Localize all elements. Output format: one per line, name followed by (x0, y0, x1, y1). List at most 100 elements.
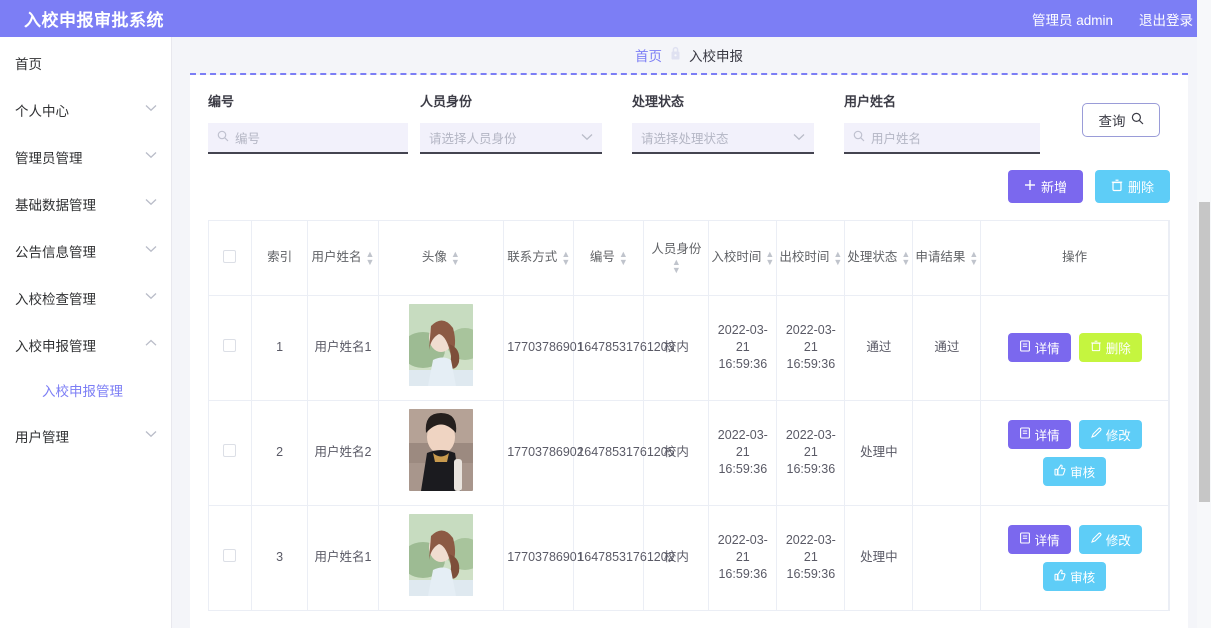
delete-button-label: 删除 (1127, 180, 1154, 195)
table-header-status[interactable]: 处理状态 ▲ ▼ (844, 221, 914, 296)
sort-toggle-icon[interactable]: ▲ ▼ (969, 249, 978, 266)
sidebar-item-2[interactable]: 管理员管理 (0, 133, 171, 180)
document-icon (1019, 340, 1031, 355)
select-identity[interactable]: 请选择人员身份 (420, 123, 602, 154)
cell-intime: 2022-03-21 16:59:36 (708, 400, 778, 506)
table-header-intime[interactable]: 入校时间 ▲ ▼ (708, 221, 778, 296)
table-row: 1 用户姓名1 17703786901 16478531761203 校内 2022-03… (209, 295, 1169, 401)
cell-status: 处理中 (844, 505, 914, 611)
sidebar-item-0[interactable]: 首页 (0, 39, 171, 86)
sort-toggle-icon[interactable]: ▲ ▼ (561, 249, 570, 266)
data-table: 索引 用户姓名 ▲ ▼ 头像 ▲ ▼ 联系方式 ▲ ▼ 编号 ▲ ▼ 人员身份 ▲ ▼ 入校时间 ▲ ▼ 出校时间 ▲ ▼… (209, 221, 1169, 611)
filter-group-identity: 人员身份 请选择人员身份 (420, 91, 632, 154)
cell-index: 2 (251, 400, 309, 506)
op-button-修改[interactable]: 修改 (1078, 524, 1142, 554)
sidebar-item-label: 基础数据管理 (15, 197, 96, 213)
sort-toggle-icon[interactable]: ▲ ▼ (901, 249, 910, 266)
cell-operations: 详情 删除 (980, 295, 1169, 401)
op-button-label: 修改 (1105, 533, 1131, 548)
table-header-code[interactable]: 编号 ▲ ▼ (573, 221, 645, 296)
table-head: 索引 用户姓名 ▲ ▼ 头像 ▲ ▼ 联系方式 ▲ ▼ 编号 ▲ ▼ 人员身份 ▲ ▼ 入校时间 ▲ ▼ 出校时间 ▲ ▼… (209, 221, 1169, 296)
cell-outtime: 2022-03-21 16:59:36 (776, 400, 846, 506)
op-button-审核[interactable]: 审核 (1043, 561, 1107, 591)
table-header-outtime[interactable]: 出校时间 ▲ ▼ (776, 221, 846, 296)
add-button[interactable]: 新增 (1007, 170, 1083, 203)
op-button-删除[interactable]: 删除 (1078, 333, 1142, 362)
op-button-修改[interactable]: 修改 (1078, 419, 1142, 449)
pencil-icon (1090, 532, 1102, 547)
op-button-label: 审核 (1070, 465, 1096, 480)
row-checkbox[interactable] (223, 548, 237, 562)
breadcrumb-home-link[interactable]: 首页 (635, 45, 662, 65)
filter-group-username: 用户姓名 用户姓名 (844, 91, 1056, 154)
sidebar-item-7[interactable]: 用户管理 (0, 412, 171, 459)
cell-operations: 详情 修改审核 (980, 505, 1169, 611)
cell-phone: 17703786902 (503, 400, 584, 506)
select-status[interactable]: 请选择处理状态 (632, 123, 814, 154)
row-checkbox[interactable] (223, 338, 237, 352)
logout-button[interactable]: 退出登录 (1139, 9, 1193, 29)
cell-result (912, 505, 982, 611)
table-scroll-region[interactable] (1180, 315, 1188, 628)
op-button-详情[interactable]: 详情 (1007, 333, 1071, 362)
table-header-identity[interactable]: 人员身份 ▲ ▼ (643, 221, 710, 296)
search-input-code[interactable]: 编号 (208, 123, 408, 154)
table-header-avatar[interactable]: 头像 ▲ ▼ (378, 221, 505, 296)
chevron-down-icon (145, 292, 157, 303)
cell-code: 16478531761202 (573, 505, 675, 611)
add-button-label: 新增 (1040, 180, 1067, 195)
row-checkbox[interactable] (223, 443, 237, 457)
top-header-bar: 入校申报审批系统 管理员 admin 退出登录 (0, 0, 1211, 37)
chevron-down-icon (145, 245, 157, 256)
table-header-result[interactable]: 申请结果 ▲ ▼ (912, 221, 982, 296)
sort-toggle-icon[interactable]: ▲ ▼ (833, 249, 842, 266)
document-icon (1019, 426, 1031, 442)
operation-buttons: 详情 修改审核 (984, 524, 1165, 591)
table-header-name[interactable]: 用户姓名 ▲ ▼ (307, 221, 379, 296)
row-checkbox-cell[interactable] (209, 295, 252, 401)
sort-toggle-icon[interactable]: ▲ ▼ (765, 249, 774, 266)
sort-toggle-icon[interactable]: ▲ ▼ (366, 249, 375, 266)
op-button-label: 详情 (1034, 533, 1060, 548)
sidebar-item-label: 个人中心 (15, 103, 69, 119)
app-root: 入校申报审批系统 管理员 admin 退出登录 首页个人中心管理员管理基础数据管… (0, 0, 1211, 628)
cell-status: 处理中 (844, 400, 914, 506)
page-scrollbar-thumb[interactable] (1199, 202, 1210, 502)
search-button[interactable]: 查询 (1082, 103, 1160, 137)
sidebar-item-label: 入校检查管理 (15, 291, 96, 307)
delete-button[interactable]: 删除 (1094, 170, 1170, 203)
table-header-label: 人员身份 (651, 242, 702, 257)
select-all-checkbox[interactable] (223, 249, 237, 263)
thumb-icon (1054, 568, 1066, 584)
table-header-label: 入校时间 (711, 250, 762, 265)
sort-toggle-icon[interactable]: ▲ ▼ (619, 249, 628, 266)
data-table-wrapper: 索引 用户姓名 ▲ ▼ 头像 ▲ ▼ 联系方式 ▲ ▼ 编号 ▲ ▼ 人员身份 ▲ ▼ 入校时间 ▲ ▼ 出校时间 ▲ ▼… (208, 220, 1170, 611)
sidebar-submenu-label: 入校申报管理 (42, 384, 123, 399)
plus-icon (1024, 179, 1036, 194)
row-checkbox-cell[interactable] (209, 505, 252, 611)
row-checkbox-cell[interactable] (209, 400, 252, 506)
table-header-label: 出校时间 (779, 250, 830, 265)
sidebar-item-4[interactable]: 公告信息管理 (0, 227, 171, 274)
sidebar-item-5[interactable]: 入校检查管理 (0, 274, 171, 321)
sort-toggle-icon[interactable]: ▲ ▼ (451, 249, 460, 266)
op-button-详情[interactable]: 详情 (1007, 524, 1071, 554)
search-input-username[interactable]: 用户姓名 (844, 123, 1040, 154)
filter-label-status: 处理状态 (632, 94, 685, 109)
filter-label-code: 编号 (208, 94, 235, 109)
sidebar-item-3[interactable]: 基础数据管理 (0, 180, 171, 227)
op-button-审核[interactable]: 审核 (1043, 456, 1107, 486)
table-header-phone[interactable]: 联系方式 ▲ ▼ (503, 221, 575, 296)
op-button-详情[interactable]: 详情 (1007, 419, 1071, 449)
sidebar-item-6[interactable]: 入校申报管理 (0, 321, 171, 368)
sort-toggle-icon[interactable]: ▲ ▼ (672, 258, 681, 275)
sidebar-submenu-item-entry-declaration[interactable]: 入校申报管理 (0, 368, 171, 412)
op-button-label: 详情 (1034, 342, 1060, 356)
filter-group-status: 处理状态 请选择处理状态 (632, 91, 844, 154)
table-header-label: 用户姓名 (311, 250, 362, 265)
select-status-placeholder: 请选择处理状态 (641, 132, 729, 146)
table-header-label: 操作 (1062, 250, 1088, 265)
page-scrollbar-track[interactable] (1197, 0, 1211, 628)
sidebar-item-1[interactable]: 个人中心 (0, 86, 171, 133)
header-right-group: 管理员 admin 退出登录 (1032, 9, 1193, 29)
